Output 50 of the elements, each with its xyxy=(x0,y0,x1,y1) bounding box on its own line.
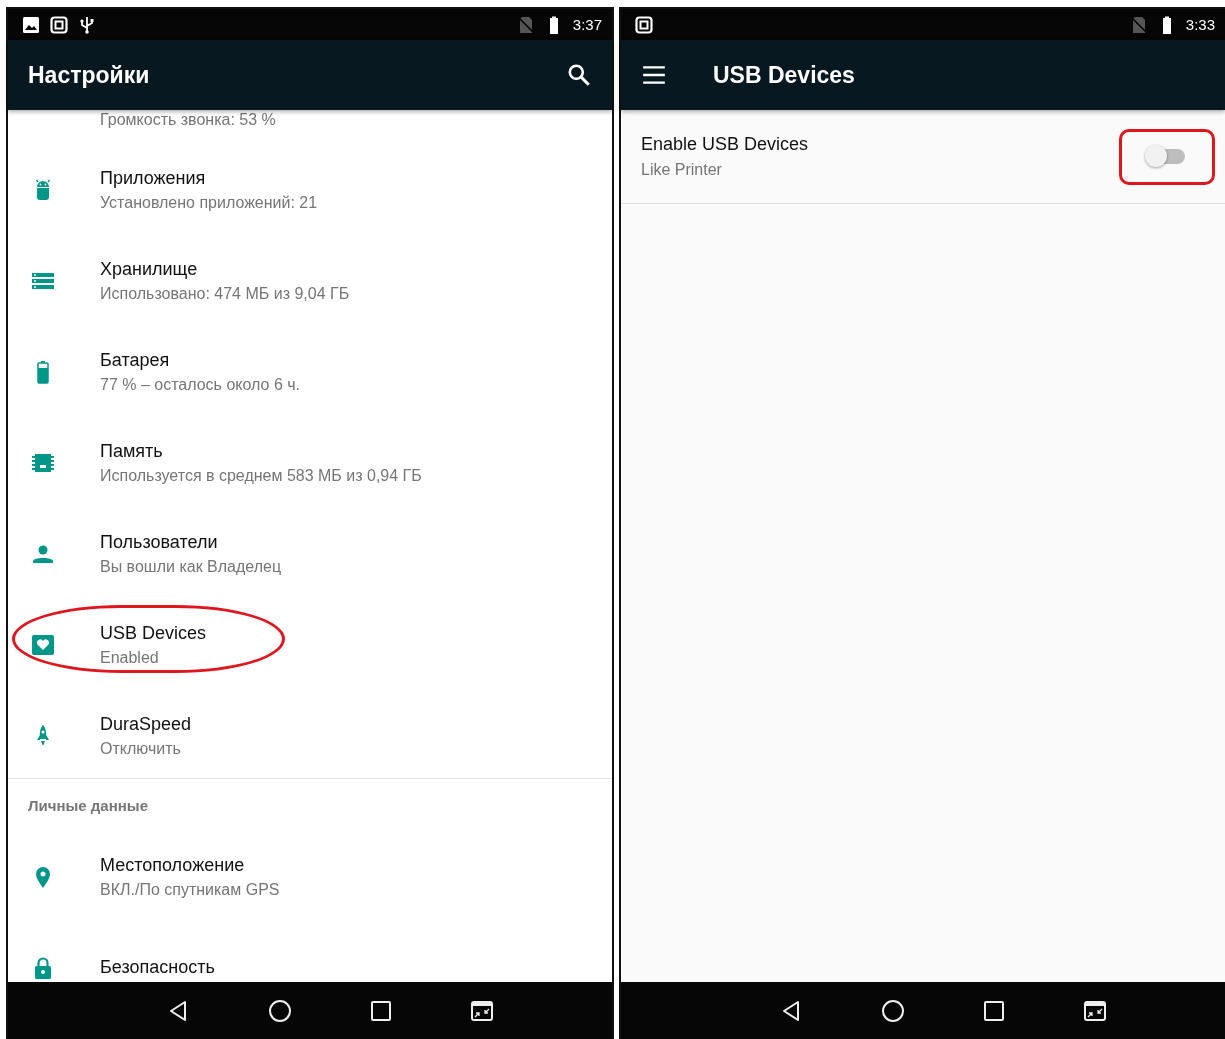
heart-square-icon xyxy=(31,632,55,657)
item-subtitle: Используется в среднем 583 МБ из 0,94 ГБ xyxy=(100,466,422,485)
no-sim-icon xyxy=(516,15,535,34)
item-title: Приложения xyxy=(100,167,207,189)
screenshot-notification-icon xyxy=(635,15,653,34)
item-title: Хранилище xyxy=(100,258,199,280)
search-icon[interactable] xyxy=(566,62,592,88)
window-collapse-icon[interactable] xyxy=(1082,998,1107,1023)
app-bar-title: USB Devices xyxy=(713,61,855,89)
status-time: 3:33 xyxy=(1185,16,1215,33)
item-title: Безопасность xyxy=(100,957,215,978)
recents-icon[interactable] xyxy=(981,998,1006,1023)
app-bar-title: Настройки xyxy=(28,61,150,89)
image-notification-icon xyxy=(22,15,40,34)
item-subtitle: Установлено приложений: 21 xyxy=(100,193,318,212)
item-subtitle: 77 % – осталось около 6 ч. xyxy=(100,375,300,394)
setting-subtitle: Like Printer xyxy=(641,161,723,179)
section-header: Личные данные xyxy=(27,796,149,816)
settings-item[interactable]: Хранилище Использовано: 474 МБ из 9,04 ГБ xyxy=(8,235,612,326)
item-title: Местоположение xyxy=(100,854,246,876)
settings-item[interactable]: Пользователи Вы вошли как Владелец xyxy=(8,508,612,599)
settings-item[interactable]: Безопасность xyxy=(8,922,612,982)
setting-title: Enable USB Devices xyxy=(641,134,810,155)
item-title: Батарея xyxy=(100,349,171,371)
item-title: Память xyxy=(100,440,164,462)
item-title: USB Devices xyxy=(100,622,207,644)
status-time: 3:37 xyxy=(572,16,602,33)
settings-item[interactable]: Местоположение ВКЛ./По спутникам GPS xyxy=(8,831,612,922)
screenshot-notification-icon xyxy=(50,15,68,34)
settings-item[interactable]: USB Devices Enabled xyxy=(8,599,612,690)
no-sim-icon xyxy=(1129,15,1148,34)
item-title: Пользователи xyxy=(100,531,219,553)
item-subtitle: Отключить xyxy=(100,739,182,758)
home-icon[interactable] xyxy=(267,998,292,1023)
settings-item[interactable]: Приложения Установлено приложений: 21 xyxy=(8,144,612,235)
item-subtitle: Вы вошли как Владелец xyxy=(100,557,282,576)
settings-item[interactable]: Громкость звонка: 53 % xyxy=(8,110,612,144)
item-subtitle: Enabled xyxy=(100,648,160,667)
item-title: DuraSpeed xyxy=(100,713,192,735)
settings-item[interactable]: DuraSpeed Отключить xyxy=(8,690,612,781)
setting-row[interactable]: Enable USB Devices Like Printer xyxy=(621,110,1225,204)
window-collapse-icon[interactable] xyxy=(469,998,494,1023)
settings-item[interactable]: Память Используется в среднем 583 МБ из 0,94 ГБ xyxy=(8,417,612,508)
usb-icon xyxy=(78,15,96,34)
settings-item[interactable]: Батарея 77 % – осталось около 6 ч. xyxy=(8,326,612,417)
recents-icon[interactable] xyxy=(368,998,393,1023)
item-subtitle: Громкость звонка: 53 % xyxy=(100,111,276,129)
item-subtitle: ВКЛ./По спутникам GPS xyxy=(100,880,280,899)
item-subtitle: Использовано: 474 МБ из 9,04 ГБ xyxy=(100,284,350,303)
home-icon[interactable] xyxy=(880,998,905,1023)
